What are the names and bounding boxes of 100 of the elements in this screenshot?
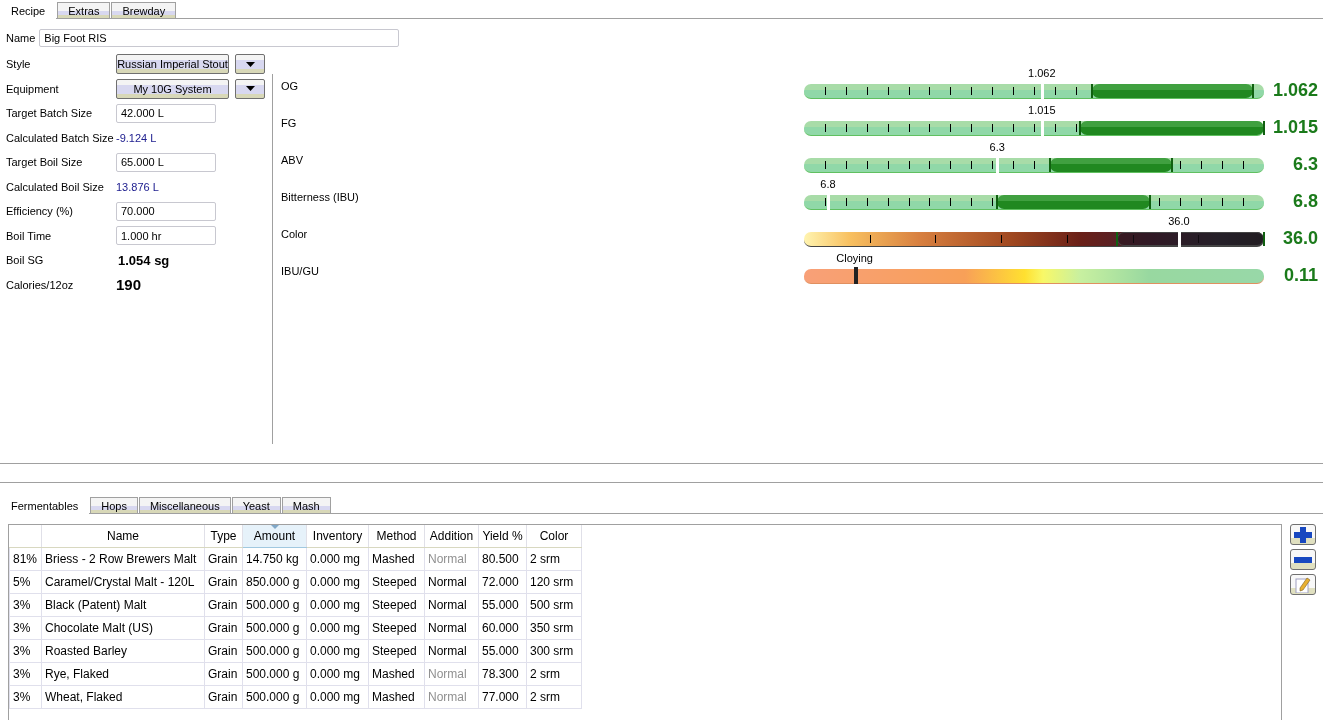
table-cell: Steeped (368, 570, 425, 594)
field-label: Name (6, 32, 36, 44)
field-label: Target Boil Size (6, 156, 84, 169)
dropdown-arrow-button[interactable] (235, 54, 265, 75)
table-cell: 850.000 g (242, 570, 307, 594)
table-cell: 0.000 mg (306, 570, 369, 594)
calculated-value: 1.054 sg (117, 252, 170, 268)
table-cell: 500.000 g (242, 685, 307, 709)
column-header[interactable]: Type (204, 525, 243, 548)
marker-label: 6.8 (820, 178, 836, 190)
table-cell: 3% (9, 662, 42, 686)
table-cell: 55.000 (478, 593, 527, 617)
field-label: Style (6, 58, 32, 71)
marker-label: 36.0 (1168, 215, 1190, 227)
tab[interactable]: Extras (57, 2, 111, 18)
field-label: Equipment (6, 82, 60, 95)
column-header[interactable]: Yield % (478, 525, 527, 548)
gauge-label: Bitterness (IBU) (281, 191, 359, 203)
add-button[interactable] (1290, 524, 1316, 545)
remove-button[interactable] (1290, 549, 1316, 570)
table-cell: 500.000 g (242, 616, 307, 640)
table-cell: Grain (204, 570, 243, 594)
gauge-label: IBU/GU (281, 265, 319, 277)
table-cell: 80.500 (478, 547, 527, 571)
gauge-label: ABV (281, 154, 303, 166)
gauge-label: FG (281, 117, 297, 129)
dropdown-arrow-button[interactable] (235, 78, 265, 99)
dropdown-button[interactable]: Russian Imperial Stout (116, 54, 229, 75)
tab[interactable]: Yeast (231, 497, 281, 513)
edit-button[interactable] (1290, 574, 1316, 595)
gauge-value: 0.11 (1282, 265, 1318, 286)
plus-icon (1294, 526, 1312, 543)
table-cell: Grain (204, 662, 243, 686)
column-header[interactable]: Addition (424, 525, 479, 548)
column-header[interactable]: Name (41, 525, 205, 548)
column-header[interactable]: Inventory (306, 525, 369, 548)
table-cell: Grain (204, 685, 243, 709)
input-field[interactable]: 1.000 hr (116, 226, 216, 246)
table-cell: 81% (9, 547, 42, 571)
sort-arrow-icon (270, 525, 279, 529)
calculated-value: 13.876 L (116, 180, 159, 193)
table-cell: Grain (204, 547, 243, 571)
table-cell: Black (Patent) Malt (41, 593, 205, 617)
table-cell: 0.000 mg (306, 662, 369, 686)
gauge-value: 1.062 (1271, 80, 1318, 101)
table-cell: 2 srm (526, 685, 582, 709)
table-cell: 77.000 (478, 685, 527, 709)
table-cell: Chocolate Malt (US) (41, 616, 205, 640)
splitter-bar[interactable] (0, 463, 1323, 483)
table-cell: Normal (424, 547, 479, 571)
marker-label: 1.015 (1028, 104, 1056, 116)
table-cell: 2 srm (526, 662, 582, 686)
table-cell: 78.300 (478, 662, 527, 686)
calculated-value: 190 (116, 276, 142, 294)
table-cell: 14.750 kg (242, 547, 307, 571)
field-label: Boil SG (6, 254, 45, 267)
table-cell: Grain (204, 616, 243, 640)
input-field[interactable]: 65.000 L (116, 152, 216, 172)
table-cell: 2 srm (526, 547, 582, 571)
input-field[interactable]: 42.000 L (116, 103, 216, 123)
table-cell: 300 srm (526, 639, 582, 663)
table-cell: 500.000 g (242, 639, 307, 663)
table-cell: Normal (424, 639, 479, 663)
gauge-value: 36.0 (1281, 228, 1318, 249)
column-header[interactable]: Color (526, 525, 582, 548)
table-cell: 0.000 mg (306, 616, 369, 640)
tab[interactable]: Hops (90, 497, 138, 513)
table-cell: 120 srm (526, 570, 582, 594)
input-field[interactable]: 70.000 (116, 201, 216, 221)
pencil-icon (1295, 576, 1311, 593)
calculated-value: -9.124 L (116, 131, 157, 144)
tab[interactable]: Mash (281, 497, 331, 513)
table-cell: Grain (204, 593, 243, 617)
table-cell: 60.000 (478, 616, 527, 640)
table-cell: 500 srm (526, 593, 582, 617)
table-cell: Briess - 2 Row Brewers Malt (41, 547, 205, 571)
table-cell: Normal (424, 616, 479, 640)
table-cell: Normal (424, 593, 479, 617)
field-label: Calculated Batch Size (6, 131, 115, 144)
table-cell: Mashed (368, 685, 425, 709)
table-cell: Normal (424, 570, 479, 594)
gauge-value: 6.3 (1291, 154, 1318, 175)
table-cell: 500.000 g (242, 593, 307, 617)
table-cell: 0.000 mg (306, 639, 369, 663)
table-cell: Normal (424, 662, 479, 686)
dropdown-button[interactable]: My 10G System (116, 78, 229, 99)
table-cell: 350 srm (526, 616, 582, 640)
table-cell: 55.000 (478, 639, 527, 663)
table-cell: 0.000 mg (306, 593, 369, 617)
gauge-value: 1.015 (1271, 117, 1318, 138)
column-header[interactable]: Method (368, 525, 425, 548)
table-cell: 0.000 mg (306, 547, 369, 571)
field-label: Calculated Boil Size (6, 180, 105, 193)
table-cell: Caramel/Crystal Malt - 120L (41, 570, 205, 594)
table-cell: 3% (9, 616, 42, 640)
tab[interactable]: Brewday (111, 2, 177, 18)
name-field[interactable]: Big Foot RIS (39, 29, 400, 47)
tab[interactable]: Miscellaneous (138, 497, 231, 513)
field-label: Boil Time (6, 229, 53, 242)
column-header[interactable]: Amount (242, 525, 307, 548)
